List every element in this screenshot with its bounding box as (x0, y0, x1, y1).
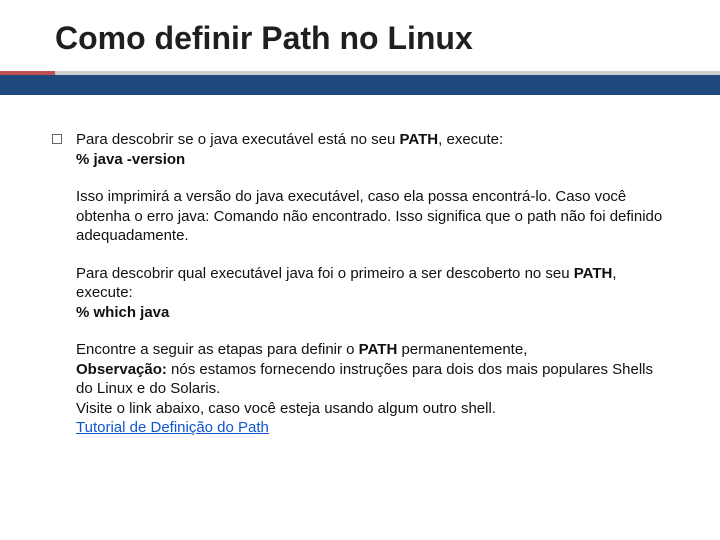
text-bold: PATH (359, 341, 398, 358)
command-text: % java -version (76, 151, 185, 168)
text: permanentemente, (397, 341, 527, 358)
text: Encontre a seguir as etapas para definir… (76, 341, 359, 358)
slide: Como definir Path no Linux Para descobri… (0, 0, 720, 540)
body: Para descobrir se o java executável está… (0, 95, 720, 438)
bullet-icon (52, 134, 62, 144)
text-bold: PATH (400, 131, 439, 148)
text-bold: PATH (574, 265, 613, 282)
tutorial-link[interactable]: Tutorial de Definição do Path (76, 419, 269, 436)
divider-accent (0, 71, 55, 75)
title-divider (0, 71, 720, 95)
paragraph-3: Para descobrir qual executável java foi … (76, 264, 668, 323)
paragraph-4: Encontre a seguir as etapas para definir… (76, 340, 668, 438)
divider-top (0, 71, 720, 75)
paragraph-2: Isso imprimirá a versão do java executáv… (76, 187, 668, 246)
text: , execute: (438, 131, 503, 148)
content: Para descobrir se o java executável está… (76, 130, 668, 438)
divider-line (55, 71, 720, 75)
slide-title: Como definir Path no Linux (0, 20, 720, 63)
command-text: % which java (76, 304, 169, 321)
text: Para descobrir qual executável java foi … (76, 265, 574, 282)
list-item: Para descobrir se o java executável está… (52, 130, 668, 438)
divider-bar (0, 75, 720, 95)
paragraph-1: Para descobrir se o java executável está… (76, 130, 668, 169)
text: Para descobrir se o java executável está… (76, 131, 400, 148)
text: Visite o link abaixo, caso você esteja u… (76, 400, 496, 417)
note-label: Observação: (76, 361, 167, 378)
